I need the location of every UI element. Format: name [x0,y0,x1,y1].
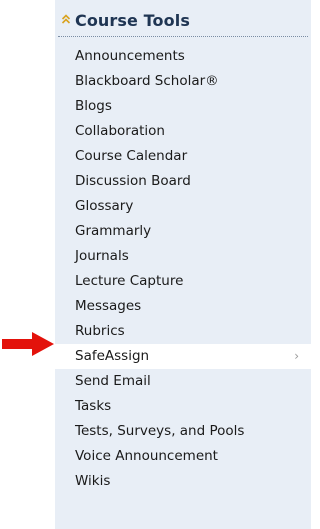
menu-item-label: Course Calendar [75,148,188,164]
menu-item-tasks[interactable]: Tasks [55,394,311,419]
menu-item-blogs[interactable]: Blogs [55,94,311,119]
menu-item-journals[interactable]: Journals [55,244,311,269]
menu-item-label: Announcements [75,48,185,64]
menu-item-label: Blackboard Scholar® [75,73,219,89]
course-tools-header[interactable]: Course Tools [58,10,308,37]
menu-item-glossary[interactable]: Glossary [55,194,311,219]
menu-item-label: Blogs [75,98,112,114]
menu-item-label: Journals [75,248,129,264]
collapse-chevron-icon[interactable] [61,14,71,24]
menu-item-label: Grammarly [75,223,152,239]
menu-item-label: Lecture Capture [75,273,184,289]
menu-item-lecture-capture[interactable]: Lecture Capture [55,269,311,294]
menu-item-label: Wikis [75,473,111,489]
menu-item-rubrics[interactable]: Rubrics [55,319,311,344]
course-tools-menu: Announcements Blackboard Scholar® Blogs Col… [55,44,311,494]
chevron-right-icon[interactable]: › [294,344,299,369]
menu-item-blackboard-scholar[interactable]: Blackboard Scholar® [55,69,311,94]
menu-item-messages[interactable]: Messages [55,294,311,319]
menu-item-wikis[interactable]: Wikis [55,469,311,494]
menu-item-course-calendar[interactable]: Course Calendar [55,144,311,169]
menu-item-label: Send Email [75,373,151,389]
menu-item-discussion-board[interactable]: Discussion Board [55,169,311,194]
menu-item-tests-surveys-and-pools[interactable]: Tests, Surveys, and Pools [55,419,311,444]
panel-title: Course Tools [75,11,190,30]
menu-item-voice-announcement[interactable]: Voice Announcement [55,444,311,469]
menu-item-announcements[interactable]: Announcements [55,44,311,69]
menu-item-label: Collaboration [75,123,165,139]
menu-item-label: SafeAssign [75,348,150,364]
menu-item-label: Glossary [75,198,134,214]
menu-item-grammarly[interactable]: Grammarly [55,219,311,244]
menu-item-label: Voice Announcement [75,448,218,464]
red-arrow-icon [2,332,54,356]
menu-item-safeassign[interactable]: SafeAssign › [55,344,311,369]
menu-item-send-email[interactable]: Send Email [55,369,311,394]
menu-item-label: Tests, Surveys, and Pools [75,423,245,439]
menu-item-label: Messages [75,298,142,314]
menu-item-label: Discussion Board [75,173,191,189]
menu-item-label: Rubrics [75,323,125,339]
menu-item-label: Tasks [75,398,112,414]
menu-item-collaboration[interactable]: Collaboration [55,119,311,144]
course-tools-panel: Course Tools Announcements Blackboard Sch… [55,0,311,529]
screenshot-frame: Course Tools Announcements Blackboard Sch… [0,0,311,529]
